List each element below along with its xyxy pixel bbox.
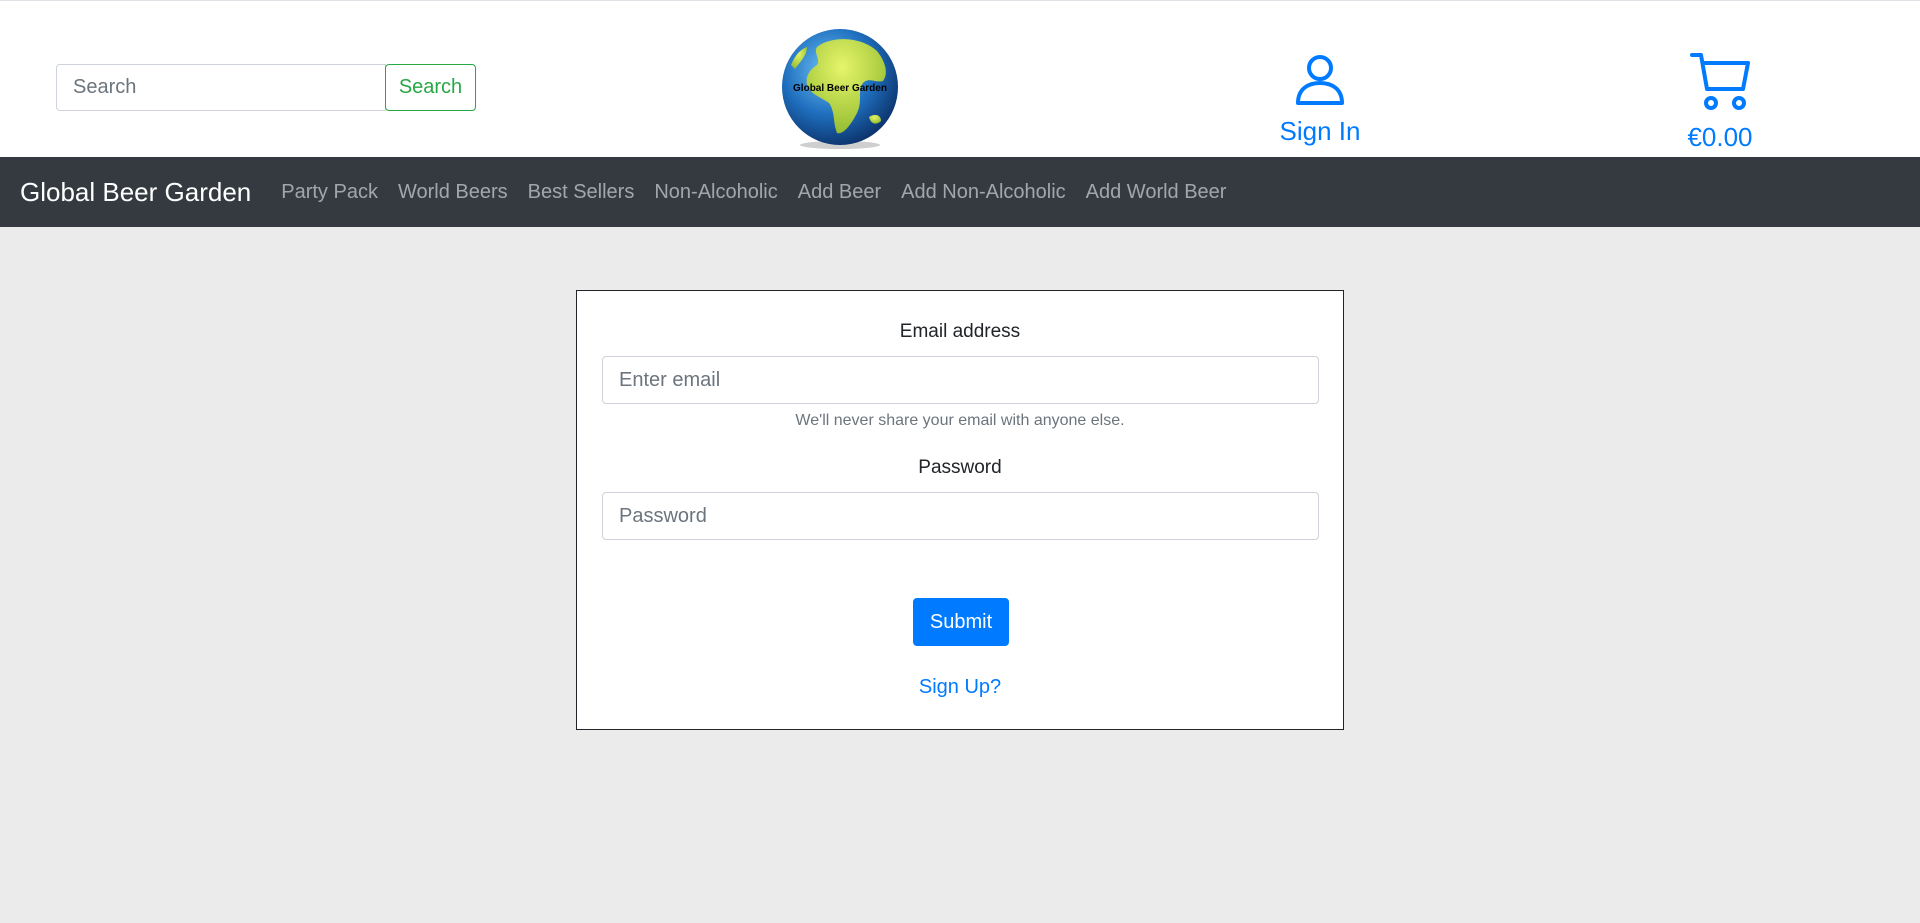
logo-text: Global Beer Garden (793, 83, 887, 94)
nav-link-party-pack[interactable]: Party Pack (281, 181, 378, 204)
submit-button[interactable]: Submit (913, 598, 1009, 646)
globe-logo[interactable]: Global Beer Garden (777, 25, 903, 151)
password-label: Password (918, 457, 1002, 478)
nav-link-add-world-beer[interactable]: Add World Beer (1086, 181, 1227, 204)
cart-total: €0.00 (1687, 122, 1753, 152)
search-input[interactable] (56, 64, 386, 111)
email-field[interactable] (602, 356, 1319, 404)
login-form: Email address We'll never share your ema… (576, 290, 1344, 730)
nav-link-best-sellers[interactable]: Best Sellers (528, 181, 635, 204)
top-header: Search Global Beer Garden (0, 0, 1920, 157)
sign-in-link[interactable]: Sign In (1260, 53, 1380, 153)
user-icon (1296, 55, 1344, 105)
sign-in-label: Sign In (1279, 116, 1361, 146)
search-button[interactable]: Search (385, 64, 476, 111)
password-field[interactable] (602, 492, 1319, 540)
cart-button[interactable]: €0.00 (1660, 51, 1780, 153)
email-help-text: We'll never share your email with anyone… (795, 412, 1125, 429)
email-label: Email address (899, 321, 1021, 342)
nav-link-add-non-alcoholic[interactable]: Add Non-Alcoholic (901, 181, 1066, 204)
nav-link-world-beers[interactable]: World Beers (398, 181, 508, 204)
main-navbar: Global Beer Garden Party Pack World Beer… (0, 157, 1920, 227)
navbar-brand[interactable]: Global Beer Garden (20, 177, 251, 208)
nav-link-non-alcoholic[interactable]: Non-Alcoholic (654, 181, 777, 204)
nav-link-add-beer[interactable]: Add Beer (798, 181, 881, 204)
sign-up-link[interactable]: Sign Up? (577, 676, 1343, 699)
cart-icon (1690, 53, 1750, 110)
globe-icon: Global Beer Garden (782, 29, 898, 149)
